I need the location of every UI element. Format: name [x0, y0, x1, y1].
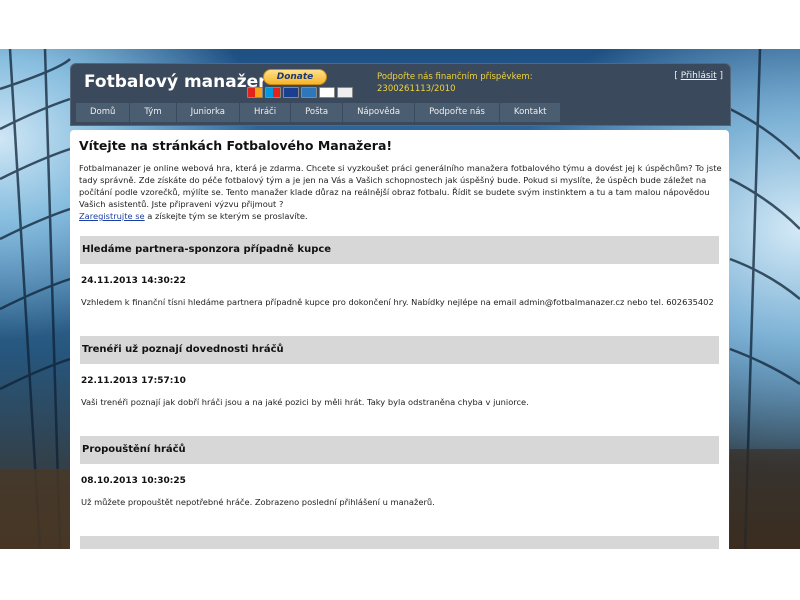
nav-item-players[interactable]: Hráči	[239, 103, 292, 122]
echeck-icon	[337, 87, 353, 98]
intro-paragraph: Fotbalmanazer je online webová hra, kter…	[79, 162, 724, 222]
news-item: Hledáme partnera-sponzora případně kupce…	[80, 236, 719, 307]
mastercard-icon	[247, 87, 263, 98]
bank-account: 2300261113/2010	[377, 84, 456, 94]
nav-item-help[interactable]: Nápověda	[343, 103, 416, 122]
donate-button[interactable]: Donate	[263, 69, 327, 85]
discover-icon	[319, 87, 335, 98]
browser-viewport: Fotbalový manažer Donate Podpořte nás fi…	[0, 49, 800, 549]
page-title: Vítejte na stránkách Fotbalového Manažer…	[79, 138, 393, 153]
visa-icon	[283, 87, 299, 98]
nav-item-contact[interactable]: Kontakt	[499, 103, 562, 122]
nav-item-mail[interactable]: Pošta	[291, 103, 344, 122]
register-suffix: a získejte tým se kterým se proslavíte.	[144, 211, 308, 221]
login-link[interactable]: Přihlásit	[681, 71, 717, 81]
news-text: Už můžete propouštět nepotřebné hráče. Z…	[81, 497, 435, 507]
site-title: Fotbalový manažer	[84, 72, 267, 92]
support-text: Podpořte nás finančním příspěvkem:	[377, 72, 533, 82]
nav-item-home[interactable]: Domů	[76, 103, 131, 122]
main-content: Vítejte na stránkách Fotbalového Manažer…	[70, 130, 729, 549]
nav-item-team[interactable]: Tým	[130, 103, 177, 122]
support-info: Podpořte nás finančním příspěvkem: 23002…	[377, 71, 533, 95]
login-area: [ Přihlásit ]	[674, 71, 723, 81]
amex-icon	[301, 87, 317, 98]
news-title: Hledáme partnera-sponzora případně kupce	[80, 236, 719, 264]
site-header: Fotbalový manažer Donate Podpořte nás fi…	[70, 63, 731, 126]
news-text: Vaši trenéři poznají jak dobří hráči jso…	[81, 397, 529, 407]
news-date: 24.11.2013 14:30:22	[81, 276, 186, 286]
payment-methods	[247, 87, 353, 98]
news-item: Trenéři už poznají dovednosti hráčů 22.1…	[80, 336, 719, 407]
nav-item-support[interactable]: Podpořte nás	[415, 103, 500, 122]
news-date: 22.11.2013 17:57:10	[81, 376, 186, 386]
news-title: Propouštění hráčů	[80, 436, 719, 464]
maestro-icon	[265, 87, 281, 98]
intro-text: Fotbalmanazer je online webová hra, kter…	[79, 163, 722, 209]
nav-item-juniors[interactable]: Juniorka	[176, 103, 240, 122]
news-item	[80, 536, 719, 549]
main-nav: Domů Tým Juniorka Hráči Pošta Nápověda P…	[76, 103, 562, 122]
login-bracket-close: ]	[716, 71, 723, 81]
news-title: Trenéři už poznají dovednosti hráčů	[80, 336, 719, 364]
news-item: Propouštění hráčů 08.10.2013 10:30:25 Už…	[80, 436, 719, 507]
news-date: 08.10.2013 10:30:25	[81, 476, 186, 486]
news-title	[80, 536, 719, 549]
register-link[interactable]: Zaregistrujte se	[79, 211, 145, 221]
news-text: Vzhledem k finanční tísni hledáme partne…	[81, 297, 714, 307]
